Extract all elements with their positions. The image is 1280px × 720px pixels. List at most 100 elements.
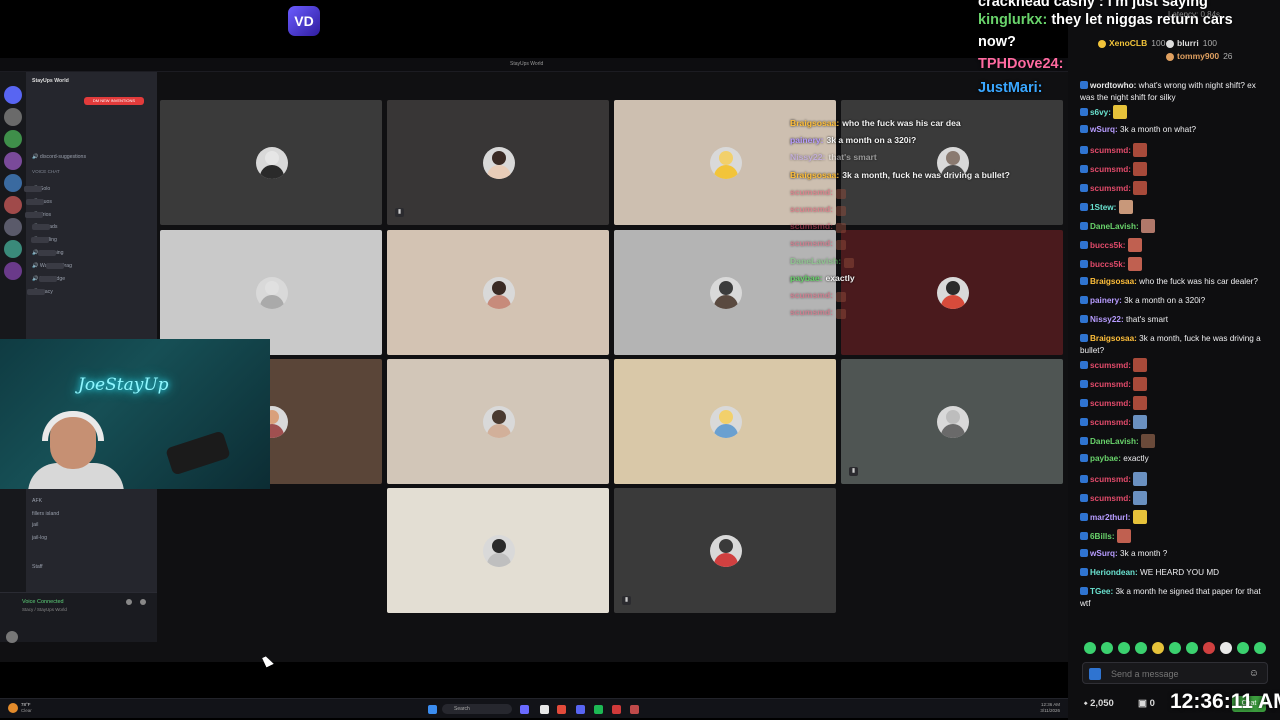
emote-icon[interactable] — [1186, 642, 1198, 654]
user-avatar[interactable] — [6, 631, 18, 643]
chat-message[interactable]: scumsmd: — [1080, 471, 1272, 491]
server-icon[interactable] — [4, 262, 22, 280]
badge-icon[interactable] — [1089, 668, 1101, 680]
participant-tile[interactable] — [387, 359, 609, 484]
chat-username[interactable]: wSurq: — [1090, 125, 1120, 134]
emote-icon[interactable] — [1254, 642, 1266, 654]
chat-username[interactable]: Nissy22: — [1090, 315, 1126, 324]
chat-message[interactable]: mar2thurl: — [1080, 509, 1272, 529]
chat-message[interactable]: wordtowho: what's wrong with night shift… — [1080, 80, 1272, 105]
chat-username[interactable]: scumsmd: — [1090, 475, 1133, 484]
chrome-icon[interactable] — [630, 705, 639, 714]
chat-username[interactable]: wordtowho: — [1090, 81, 1139, 90]
chat-message[interactable]: DaneLavish: — [1080, 218, 1272, 238]
emote-icon[interactable] — [1118, 642, 1130, 654]
emote-icon[interactable] — [1101, 642, 1113, 654]
participant-tile[interactable]: ▮ — [387, 100, 609, 225]
chat-message[interactable]: Braigsosaa: who the fuck was his car dea… — [1080, 276, 1272, 295]
chat-username[interactable]: TGee: — [1090, 587, 1115, 596]
chat-username[interactable]: 1Stew: — [1090, 203, 1119, 212]
chat-username[interactable]: mar2thurl: — [1090, 513, 1133, 522]
chat-input-box[interactable]: ☺ — [1082, 662, 1268, 684]
chat-message[interactable]: 6Bills: — [1080, 528, 1272, 548]
chat-username[interactable]: scumsmd: — [1090, 184, 1133, 193]
chat-username[interactable]: scumsmd: — [1090, 380, 1133, 389]
chat-message[interactable]: scumsmd: — [1080, 395, 1272, 415]
channel-item[interactable]: 🔊 Solo — [24, 186, 50, 192]
channel-item[interactable]: 🔊 discord-suggestions — [32, 154, 86, 160]
chat-username[interactable]: buccs5k: — [1090, 260, 1128, 269]
chat-message[interactable]: Braigsosaa: 3k a month, fuck he was driv… — [1080, 333, 1272, 358]
chat-message[interactable]: wSurq: 3k a month on what? — [1080, 124, 1272, 143]
participant-tile[interactable] — [160, 230, 382, 355]
server-icon[interactable] — [4, 86, 22, 104]
emote-picker-icon[interactable]: ☺ — [1249, 668, 1259, 679]
chat-username[interactable]: DaneLavish: — [1090, 222, 1141, 231]
channel-item[interactable]: 🔊 Streaming — [32, 250, 64, 256]
chat-message[interactable]: scumsmd: — [1080, 490, 1272, 510]
chat-username[interactable]: wSurq: — [1090, 549, 1120, 558]
chat-message[interactable]: DaneLavish: — [1080, 433, 1272, 453]
chat-username[interactable]: scumsmd: — [1090, 165, 1133, 174]
chat-message[interactable]: Heriondean: WE HEARD YOU MD — [1080, 567, 1272, 586]
participant-tile[interactable]: ▮ — [614, 488, 836, 613]
chat-username[interactable]: 6Bills: — [1090, 532, 1117, 541]
chat-username[interactable]: Braigsosaa: — [1090, 277, 1139, 286]
chat-message[interactable]: Nissy22: that's smart — [1080, 314, 1272, 333]
channel-points[interactable]: ⬩ 2,050 — [1084, 698, 1114, 709]
server-icon[interactable] — [4, 218, 22, 236]
emote-icon[interactable] — [1237, 642, 1249, 654]
server-icon[interactable] — [4, 174, 22, 192]
disconnect-icon[interactable] — [140, 599, 146, 605]
chat-message[interactable]: buccs5k: — [1080, 237, 1272, 257]
chat-message[interactable]: scumsmd: — [1080, 376, 1272, 396]
participant-tile[interactable] — [614, 359, 836, 484]
chat-message[interactable]: scumsmd: — [1080, 180, 1272, 200]
emote-icon[interactable] — [1084, 642, 1096, 654]
second-counter[interactable]: ▣ 0 — [1138, 698, 1155, 709]
channel-item[interactable]: VOICE CHAT — [32, 169, 60, 174]
explorer-icon[interactable] — [540, 705, 549, 714]
chat-username[interactable]: scumsmd: — [1090, 494, 1133, 503]
channel-item[interactable]: 🔊 Wait For Drag — [32, 263, 72, 269]
chat-message[interactable]: scumsmd: — [1080, 142, 1272, 162]
chat-username[interactable]: Braigsosaa: — [1090, 334, 1139, 343]
chat-username[interactable]: paybae: — [1090, 454, 1123, 463]
chat-message[interactable]: painery: 3k a month on a 320i? — [1080, 295, 1272, 314]
chat-username[interactable]: scumsmd: — [1090, 399, 1133, 408]
brave-icon[interactable] — [557, 705, 566, 714]
chat-message[interactable]: scumsmd: — [1080, 357, 1272, 377]
channel-item[interactable]: jail — [32, 522, 38, 528]
emote-icon[interactable] — [1152, 642, 1164, 654]
emote-icon[interactable] — [1169, 642, 1181, 654]
chat-username[interactable]: scumsmd: — [1090, 418, 1133, 427]
server-name[interactable]: StayUps World — [32, 78, 69, 84]
spotify-icon[interactable] — [594, 705, 603, 714]
server-icon[interactable] — [4, 152, 22, 170]
channel-item[interactable]: 🔊 Squads — [31, 224, 58, 230]
server-icon[interactable] — [4, 130, 22, 148]
app-icon[interactable] — [520, 705, 529, 714]
chat-message[interactable]: paybae: exactly — [1080, 453, 1272, 472]
chat-input[interactable] — [1111, 666, 1251, 682]
app-icon[interactable] — [612, 705, 621, 714]
chat-message[interactable]: 1Stew: — [1080, 199, 1272, 219]
chat-username[interactable]: s6vy: — [1090, 108, 1113, 117]
chat-username[interactable]: buccs5k: — [1090, 241, 1128, 250]
chat-username[interactable]: scumsmd: — [1090, 361, 1133, 370]
chat-message[interactable]: TGee: 3k a month he signed that paper fo… — [1080, 586, 1272, 611]
channel-item[interactable]: 🔊 Stacy — [26, 289, 53, 295]
chat-message[interactable]: scumsmd: — [1080, 161, 1272, 181]
discord-icon[interactable] — [576, 705, 585, 714]
chat-message[interactable]: s6vy: — [1080, 104, 1272, 124]
emote-icon[interactable] — [1203, 642, 1215, 654]
channel-item[interactable]: jail-log — [32, 535, 47, 541]
server-icon[interactable] — [4, 240, 22, 258]
chat-username[interactable]: Heriondean: — [1090, 568, 1140, 577]
taskbar-search[interactable]: Search — [442, 704, 512, 714]
participant-tile[interactable] — [387, 488, 609, 613]
chat-message[interactable]: wSurq: 3k a month ? — [1080, 548, 1272, 567]
emote-bar[interactable] — [1082, 642, 1268, 656]
channel-item[interactable]: Staff — [32, 564, 43, 570]
chat-message[interactable]: buccs5k: — [1080, 256, 1272, 276]
